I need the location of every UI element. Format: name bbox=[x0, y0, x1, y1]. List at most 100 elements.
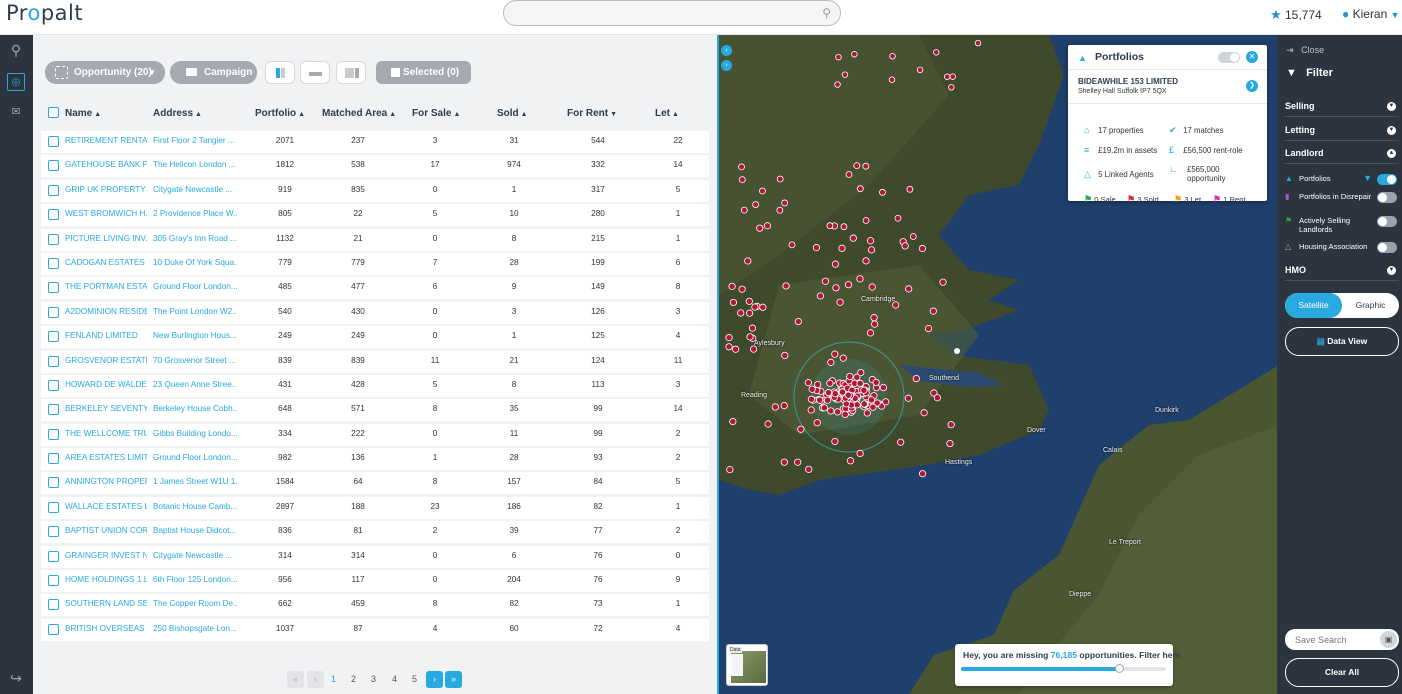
row-address-link[interactable]: 6th Floor 125 London... bbox=[153, 575, 237, 584]
column-header-sold[interactable]: Sold ▲ bbox=[497, 108, 528, 119]
graphic-option[interactable]: Graphic bbox=[1342, 293, 1399, 318]
row-checkbox[interactable] bbox=[48, 306, 59, 318]
table-row[interactable]: THE PORTMAN ESTA... Ground Floor London..… bbox=[41, 276, 709, 300]
row-name-link[interactable]: SOUTHERN LAND SE... bbox=[65, 599, 147, 608]
funnel-icon[interactable]: ▼ bbox=[1363, 174, 1372, 183]
row-checkbox[interactable] bbox=[48, 257, 59, 269]
opportunity-slider[interactable] bbox=[961, 664, 1166, 673]
table-row[interactable]: BAPTIST UNION COR... Baptist House Didcot… bbox=[41, 520, 709, 544]
row-checkbox[interactable] bbox=[48, 550, 59, 562]
map-data-thumbnail[interactable]: Data bbox=[726, 644, 768, 686]
next-page-button[interactable]: › bbox=[426, 671, 443, 688]
selected-location-marker[interactable] bbox=[954, 348, 960, 354]
missing-opportunities-banner[interactable]: Hey, you are missing 76,185 opportunitie… bbox=[955, 644, 1183, 686]
row-address-link[interactable]: 305 Gray's Inn Road ... bbox=[153, 234, 237, 243]
row-name-link[interactable]: CADOGAN ESTATES ... bbox=[65, 258, 147, 267]
housing-association-toggle[interactable] bbox=[1377, 242, 1397, 253]
row-name-link[interactable]: HOME HOLDINGS 1 LI... bbox=[65, 575, 147, 584]
propalt-logo[interactable]: Propalt bbox=[6, 1, 83, 25]
opportunity-scan-icon[interactable]: ◎ bbox=[7, 73, 25, 91]
row-name-link[interactable]: A2DOMINION RESIDE... bbox=[65, 307, 147, 316]
row-address-link[interactable]: New Burlington Hous... bbox=[153, 331, 237, 340]
collapse-left-control[interactable]: ‹ bbox=[721, 45, 732, 56]
row-address-link[interactable]: 2 Providence Place W... bbox=[153, 209, 237, 218]
table-row[interactable]: PICTURE LIVING INV... 305 Gray's Inn Road… bbox=[41, 228, 709, 252]
row-name-link[interactable]: FENLAND LIMITED bbox=[65, 331, 147, 340]
page-3-button[interactable]: 3 bbox=[365, 671, 382, 688]
portfolios-disrepair-toggle[interactable] bbox=[1377, 192, 1397, 203]
view-list-left-button[interactable] bbox=[265, 61, 295, 84]
search-icon[interactable]: ⚲ bbox=[822, 6, 831, 20]
row-name-link[interactable]: BERKELEY SEVENTY-... bbox=[65, 404, 147, 413]
row-address-link[interactable]: Gibbs Building Londo... bbox=[153, 429, 237, 438]
table-row[interactable]: GRIP UK PROPERTY I... Citygate Newcastle … bbox=[41, 179, 709, 203]
column-header-for-rent[interactable]: For Rent ▼ bbox=[567, 108, 617, 119]
table-row[interactable]: FENLAND LIMITED New Burlington Hous... 249… bbox=[41, 325, 709, 349]
row-checkbox[interactable] bbox=[48, 599, 59, 611]
row-name-link[interactable]: WEST BROMWICH H... bbox=[65, 209, 147, 218]
mail-icon[interactable]: ✉ bbox=[7, 103, 25, 121]
row-name-link[interactable]: PICTURE LIVING INV... bbox=[65, 234, 147, 243]
filter-section-hmo[interactable]: HMO ▼ bbox=[1285, 265, 1399, 281]
filter-section-letting[interactable]: Letting ▼ bbox=[1285, 125, 1399, 141]
close-icon[interactable]: ✕ bbox=[1246, 51, 1258, 63]
row-name-link[interactable]: WALLACE ESTATES L... bbox=[65, 502, 147, 511]
first-page-button[interactable]: « bbox=[287, 671, 304, 688]
page-1-button[interactable]: 1 bbox=[325, 671, 342, 688]
row-name-link[interactable]: HOWARD DE WALDE... bbox=[65, 380, 147, 389]
row-checkbox[interactable] bbox=[48, 282, 59, 294]
row-name-link[interactable]: RETIREMENT RENTA... bbox=[65, 136, 147, 145]
row-name-link[interactable]: THE PORTMAN ESTA... bbox=[65, 282, 147, 291]
row-address-link[interactable]: 10 Duke Of York Squa... bbox=[153, 258, 237, 267]
row-address-link[interactable]: Citygate Newcastle ... bbox=[153, 551, 237, 560]
prev-page-button[interactable]: ‹ bbox=[307, 671, 324, 688]
clear-all-button[interactable]: Clear All bbox=[1285, 658, 1399, 687]
table-row[interactable]: GROSVENOR ESTATE... 70 Grosvenor Street .… bbox=[41, 350, 709, 374]
row-checkbox[interactable] bbox=[48, 331, 59, 343]
row-address-link[interactable]: Citygate Newcastle ... bbox=[153, 185, 237, 194]
selected-button[interactable]: Selected (0) bbox=[376, 61, 471, 84]
row-name-link[interactable]: AREA ESTATES LIMIT... bbox=[65, 453, 147, 462]
portfolios-toggle[interactable] bbox=[1377, 174, 1397, 185]
page-5-button[interactable]: 5 bbox=[406, 671, 423, 688]
user-menu[interactable]: ● Kieran ▼ bbox=[1342, 7, 1400, 21]
row-checkbox[interactable] bbox=[48, 575, 59, 587]
table-row[interactable]: HOME HOLDINGS 1 LI... 6th Floor 125 Londo… bbox=[41, 569, 709, 593]
row-checkbox[interactable] bbox=[48, 355, 59, 367]
row-address-link[interactable]: 23 Queen Anne Stree... bbox=[153, 380, 237, 389]
row-checkbox[interactable] bbox=[48, 623, 59, 635]
row-checkbox[interactable] bbox=[48, 428, 59, 440]
close-filter-button[interactable]: ⇥ Close bbox=[1286, 45, 1324, 56]
row-checkbox[interactable] bbox=[48, 526, 59, 538]
table-row[interactable]: A2DOMINION RESIDE... The Point London W2.… bbox=[41, 301, 709, 325]
last-page-button[interactable]: » bbox=[445, 671, 462, 688]
row-name-link[interactable]: BAPTIST UNION COR... bbox=[65, 526, 147, 535]
table-row[interactable]: GRAINGER INVEST N... Citygate Newcastle .… bbox=[41, 545, 709, 569]
table-row[interactable]: THE WELLCOME TRU... Gibbs Building Londo.… bbox=[41, 423, 709, 447]
map-view[interactable]: ‹ › Cambridge Aylesbury Reading Southend… bbox=[717, 35, 1277, 694]
row-address-link[interactable]: The Copper Room De... bbox=[153, 599, 237, 608]
filter-section-selling[interactable]: Selling ▼ bbox=[1285, 101, 1399, 117]
row-checkbox[interactable] bbox=[48, 404, 59, 416]
row-address-link[interactable]: The Helicon London ... bbox=[153, 160, 237, 169]
row-address-link[interactable]: Berkeley House Cobh... bbox=[153, 404, 237, 413]
table-row[interactable]: BRITISH OVERSEAS B... 250 Bishopsgate Lon… bbox=[41, 618, 709, 642]
row-checkbox[interactable] bbox=[48, 209, 59, 221]
row-checkbox[interactable] bbox=[48, 160, 59, 172]
search-icon[interactable]: ⚲ bbox=[7, 41, 25, 59]
expand-right-control[interactable]: › bbox=[721, 60, 732, 71]
row-address-link[interactable]: Botanic House Camb... bbox=[153, 502, 237, 511]
satellite-option[interactable]: Satellite bbox=[1285, 293, 1342, 318]
row-checkbox[interactable] bbox=[48, 477, 59, 489]
column-header-for-sale[interactable]: For Sale ▲ bbox=[412, 108, 460, 119]
data-view-button[interactable]: ▤ Data View bbox=[1285, 327, 1399, 356]
view-split-button[interactable] bbox=[300, 61, 330, 84]
save-icon[interactable]: ▣ bbox=[1380, 631, 1397, 648]
row-address-link[interactable]: Ground Floor London... bbox=[153, 282, 237, 291]
row-address-link[interactable]: The Point London W2... bbox=[153, 307, 237, 316]
table-row[interactable]: AREA ESTATES LIMIT... Ground Floor London… bbox=[41, 447, 709, 471]
table-row[interactable]: HOWARD DE WALDE... 23 Queen Anne Stree...… bbox=[41, 374, 709, 398]
page-2-button[interactable]: 2 bbox=[345, 671, 362, 688]
popup-company-name[interactable]: BIDEAWHILE 153 LIMITED bbox=[1078, 77, 1178, 86]
filter-section-landlord[interactable]: Landlord ▲ bbox=[1285, 148, 1399, 164]
